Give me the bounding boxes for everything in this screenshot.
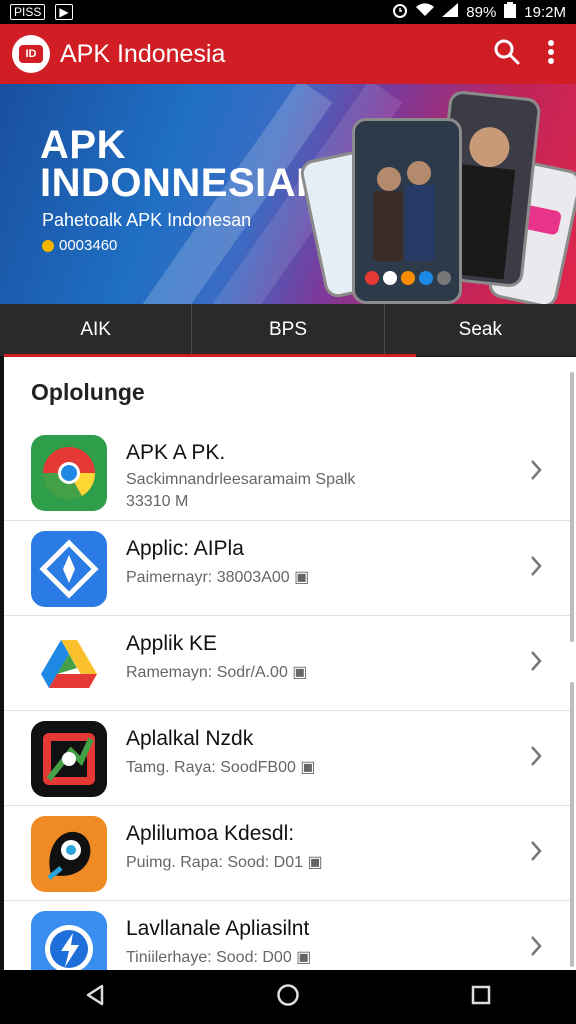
chevron-right-icon [530,459,542,486]
banner-count: 0003460 [42,237,117,254]
drive-app-icon [31,626,107,702]
chevron-right-icon [530,840,542,867]
tab-aik[interactable]: AIK [0,304,193,356]
battery-icon [504,2,517,22]
wifi-icon [416,3,435,21]
overflow-menu-icon[interactable] [548,39,554,69]
diamond-app-icon [31,531,107,607]
status-bar: PISS ▶ 89% 19:2M [0,0,576,24]
clock: 19:2M [524,3,566,21]
app-subtitle: Tiniilerhaye: Sood: D00 ▣ [126,949,312,966]
recents-icon[interactable] [471,985,491,1010]
graphic-app-icon [31,721,107,797]
app-title: Aplalkal Nzdk [126,727,254,750]
tab-seak[interactable]: Seak [385,304,576,356]
app-list-panel: Oplolunge APK A PK. Sackimnandrleesarama… [4,357,576,970]
system-nav-bar [0,970,576,1024]
chevron-right-icon [530,935,542,962]
app-subtitle: Ramemayn: Sodr/A.00 ▣ [126,664,308,681]
app-subtitle: Sackimnandrleesaramaim Spalk [126,471,356,488]
chevron-right-icon [530,745,542,772]
search-icon[interactable] [494,39,520,70]
app-title: Lavllanale Apliasilnt [126,917,310,940]
back-icon[interactable] [85,984,105,1011]
list-item[interactable]: Applic: AIPla Paimernayr: 38003A00 ▣ [4,521,572,616]
banner-title-line2: INDONNESIAI [40,161,308,205]
app-title: Aplilumoa Kdesdl: [126,822,295,845]
app-title: APK A PK. [126,441,226,464]
status-notification-box: PISS [10,4,46,20]
home-icon[interactable] [276,983,300,1012]
chrome-app-icon [31,435,107,511]
chevron-right-icon [530,555,542,582]
chevron-right-icon [530,650,542,677]
scrollbar-thumb[interactable] [570,372,574,642]
list-item[interactable]: Aplilumoa Kdesdl: Puimg. Rapa: Sood: D01… [4,806,572,901]
logo-text: ID [19,45,43,63]
scrollbar-thumb[interactable] [570,682,574,967]
list-item[interactable]: Applik KE Ramemayn: Sodr/A.00 ▣ [4,616,572,711]
phone-illustration [352,118,462,304]
banner-subtitle: Pahetoalk APK Indonesan [42,210,252,230]
battery-percent: 89% [466,3,497,21]
list-item[interactable]: APK A PK. Sackimnandrleesaramaim Spalk 3… [4,425,572,521]
app-subtitle: Paimernayr: 38003A00 ▣ [126,569,310,586]
banner-count-value: 0003460 [59,237,118,254]
app-title: Applik KE [126,632,218,655]
app-subtitle: Puimg. Rapa: Sood: D01 ▣ [126,854,323,871]
app-subtitle: Tamg. Raya: SoodFB00 ▣ [126,759,316,776]
promo-banner[interactable]: APK INDONNESIAI Pahetoalk APK Indonesan … [0,84,576,304]
coin-icon [42,239,54,252]
app-title: APK Indonesia [60,39,226,68]
app-bar: ID APK Indonesia [0,24,576,84]
banner-title-line1: APK [40,123,126,167]
tab-bps[interactable]: BPS [192,304,385,356]
bolt-app-icon [31,911,107,970]
section-title: Oplolunge [31,379,145,405]
alarm-icon [392,2,408,22]
banner-title: APK INDONNESIAI [40,123,308,205]
app-logo: ID [12,35,50,73]
list-item[interactable]: Lavllanale Apliasilnt Tiniilerhaye: Sood… [4,901,572,970]
signal-icon [442,3,459,21]
list-item[interactable]: Aplalkal Nzdk Tamg. Raya: SoodFB00 ▣ [4,711,572,806]
bird-app-icon [31,816,107,892]
app-size: 33310 M [126,493,189,510]
tab-bar: AIK BPS Seak [0,304,576,356]
media-notification-icon: ▶ [55,4,73,20]
app-title: Applic: AIPla [126,537,244,560]
